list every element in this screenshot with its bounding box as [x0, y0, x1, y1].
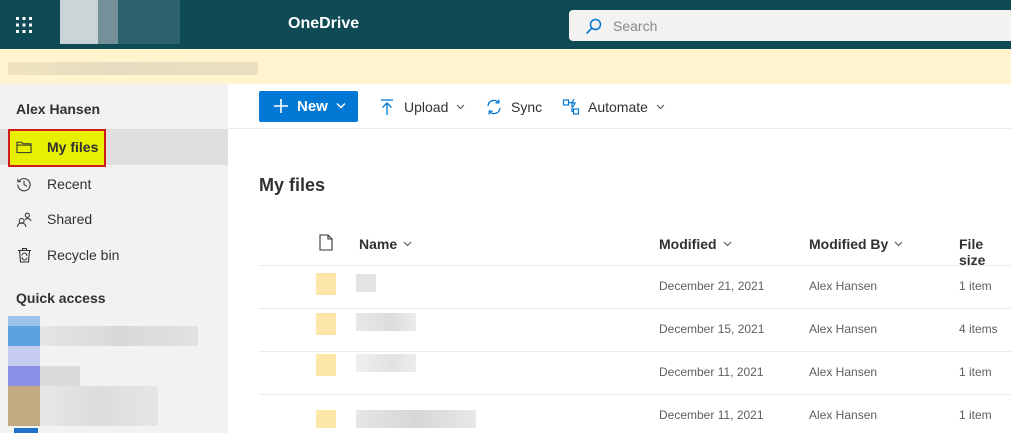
- chevron-down-icon: [656, 104, 665, 109]
- column-header-label: Modified: [659, 236, 717, 252]
- file-name-redacted[interactable]: [356, 274, 376, 292]
- file-size-cell: 4 items: [959, 322, 998, 336]
- quick-access-item-icon-redacted: [8, 386, 40, 426]
- file-size-cell: 1 item: [959, 365, 992, 379]
- quick-access-heading: Quick access: [16, 290, 106, 306]
- file-size-cell: 1 item: [959, 408, 992, 422]
- folder-icon: [316, 273, 336, 295]
- chevron-down-icon: [723, 241, 731, 247]
- modified-by-cell: Alex Hansen: [809, 365, 878, 379]
- modified-cell: December 11, 2021: [659, 408, 764, 422]
- quick-access-item-redacted[interactable]: [40, 326, 198, 346]
- column-header-file-size[interactable]: File size: [959, 236, 1011, 268]
- automate-icon: [562, 98, 580, 115]
- sync-button-label: Sync: [511, 98, 543, 115]
- upload-button-label: Upload: [404, 98, 449, 115]
- sync-icon: [487, 99, 501, 114]
- column-header-label: File size: [959, 236, 986, 268]
- plus-icon: [274, 99, 288, 113]
- file-size-cell: 1 item: [959, 279, 992, 293]
- modified-by-cell: Alex Hansen: [809, 322, 878, 336]
- sync-button[interactable]: Sync: [485, 91, 542, 122]
- modified-cell: December 11, 2021: [659, 365, 764, 379]
- quick-access-item-icon-redacted: [8, 346, 40, 366]
- app-title[interactable]: OneDrive: [288, 15, 359, 33]
- quick-access-item-icon-redacted: [8, 326, 40, 346]
- people-icon: [16, 211, 32, 227]
- automate-button-label: Automate: [588, 98, 648, 115]
- modified-cell: December 21, 2021: [659, 279, 765, 293]
- app-launcher-button[interactable]: [0, 0, 48, 49]
- file-type-icon: [319, 234, 333, 251]
- folder-icon: [316, 410, 336, 428]
- quick-access-item-redacted[interactable]: [40, 366, 80, 386]
- page-title: My files: [259, 175, 326, 195]
- modified-by-cell: Alex Hansen: [809, 279, 878, 293]
- column-header-modified-by[interactable]: Modified By: [809, 236, 903, 252]
- nav-item-my-files-content[interactable]: My files: [0, 129, 228, 165]
- waffle-icon: [16, 16, 32, 33]
- nav-item-label: Recycle bin: [47, 247, 120, 263]
- new-button-label: New: [297, 98, 328, 115]
- organization-logo[interactable]: [60, 0, 180, 44]
- folder-icon: [16, 139, 32, 155]
- chevron-down-icon: [403, 241, 412, 247]
- nav-item-label: My files: [47, 139, 99, 155]
- search-icon: [586, 18, 602, 34]
- search-box[interactable]: [569, 10, 1011, 41]
- trash-icon: [16, 247, 32, 263]
- upload-icon: [381, 98, 393, 115]
- upload-button[interactable]: Upload: [378, 91, 465, 122]
- folder-icon: [316, 354, 336, 376]
- file-name-redacted[interactable]: [356, 313, 416, 331]
- column-header-label: Modified By: [809, 236, 889, 252]
- automate-button[interactable]: Automate: [562, 91, 665, 122]
- history-icon: [16, 176, 32, 192]
- chevron-down-icon: [336, 102, 346, 109]
- nav-item-recycle-bin[interactable]: Recycle bin: [0, 237, 228, 273]
- new-button[interactable]: New: [259, 91, 358, 122]
- quick-access-item-redacted[interactable]: [40, 386, 158, 426]
- nav-user-name: Alex Hansen: [16, 101, 101, 117]
- column-header-name[interactable]: Name: [359, 236, 412, 252]
- banner-message-redacted: [8, 62, 258, 75]
- folder-icon: [316, 313, 336, 335]
- search-input[interactable]: [613, 17, 993, 34]
- file-name-redacted[interactable]: [356, 354, 416, 372]
- nav-item-recent[interactable]: Recent: [0, 166, 228, 202]
- modified-by-cell: Alex Hansen: [809, 408, 878, 422]
- quick-access-item-icon-redacted: [8, 366, 40, 386]
- nav-item-label: Recent: [47, 176, 92, 192]
- file-name-redacted[interactable]: [356, 410, 476, 428]
- chevron-down-icon: [456, 104, 465, 109]
- nav-item-shared[interactable]: Shared: [0, 201, 228, 237]
- quick-access-item-icon-redacted: [14, 428, 38, 433]
- nav-item-label: Shared: [47, 211, 93, 227]
- column-header-label: Name: [359, 236, 398, 252]
- column-header-modified[interactable]: Modified: [659, 236, 732, 252]
- modified-cell: December 15, 2021: [659, 322, 765, 336]
- chevron-down-icon: [894, 241, 903, 247]
- quick-access-item-icon-redacted: [8, 316, 40, 326]
